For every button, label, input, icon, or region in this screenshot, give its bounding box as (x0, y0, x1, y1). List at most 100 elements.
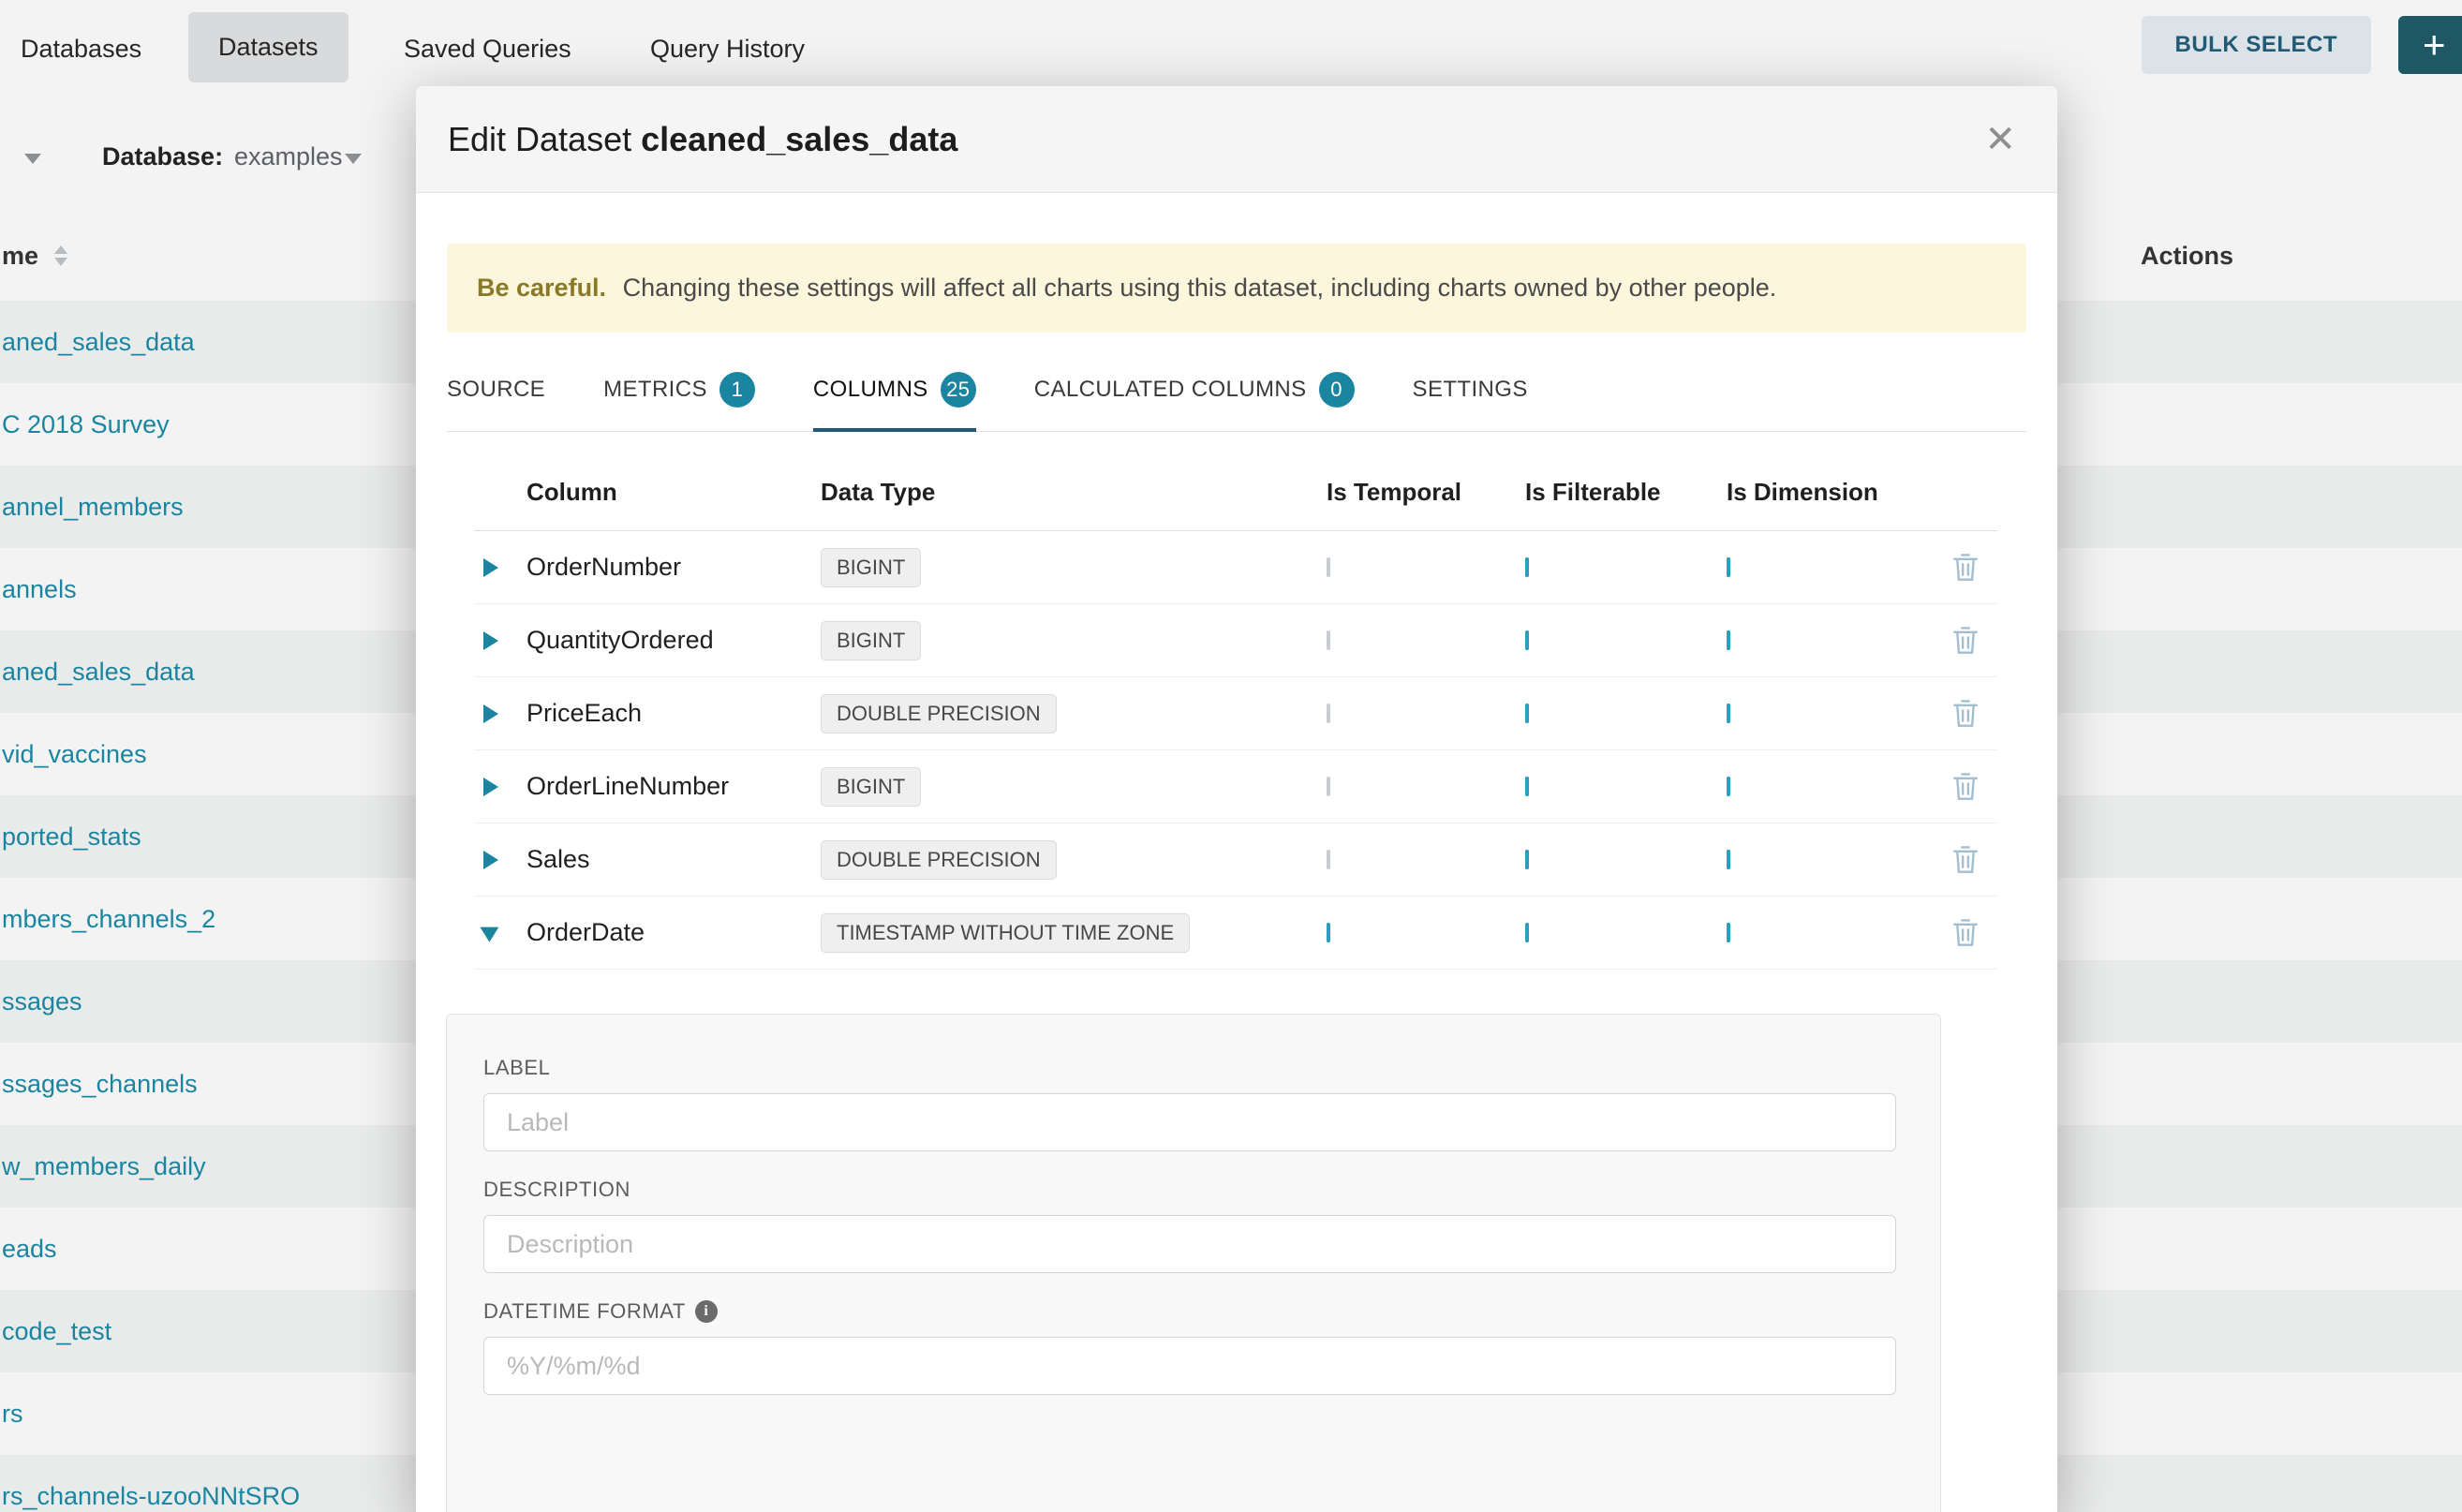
is-filterable-checkbox[interactable] (1525, 630, 1529, 650)
is-filterable-checkbox[interactable] (1525, 850, 1529, 869)
nav-tab-query-history[interactable]: Query History (650, 0, 805, 97)
warning-bold: Be careful. (477, 274, 606, 302)
tab-columns[interactable]: COLUMNS 25 (813, 372, 976, 432)
dataset-link[interactable]: rs (2, 1400, 23, 1429)
is-temporal-header: Is Temporal (1327, 478, 1525, 507)
is-temporal-checkbox[interactable] (1327, 923, 1330, 942)
is-dimension-checkbox[interactable] (1727, 923, 1730, 942)
collapse-caret-icon[interactable] (480, 926, 498, 941)
is-temporal-checkbox[interactable] (1327, 630, 1330, 650)
data-type-header: Data Type (821, 478, 1327, 507)
description-field-label: DESCRIPTION (483, 1178, 1896, 1202)
close-icon[interactable]: ✕ (1975, 115, 2025, 164)
datetime-format-label-text: DATETIME FORMAT (483, 1299, 686, 1324)
data-type-pill: DOUBLE PRECISION (821, 694, 1057, 734)
dataset-link[interactable]: mbers_channels_2 (2, 905, 215, 934)
dataset-link[interactable]: annel_members (2, 493, 184, 522)
is-dimension-checkbox[interactable] (1727, 630, 1730, 650)
tab-label: CALCULATED COLUMNS (1034, 377, 1307, 403)
nav-tab-saved-queries[interactable]: Saved Queries (404, 0, 571, 97)
label-field-label: LABEL (483, 1056, 1896, 1080)
is-filterable-checkbox[interactable] (1525, 704, 1529, 723)
table-row: PriceEach DOUBLE PRECISION (474, 677, 1997, 750)
database-filter-value[interactable]: examples (234, 142, 343, 171)
delete-column-icon[interactable] (1933, 771, 1997, 802)
dataset-link[interactable]: vid_vaccines (2, 740, 147, 769)
dataset-link[interactable]: C 2018 Survey (2, 410, 170, 439)
calculated-columns-count-badge: 0 (1319, 372, 1355, 408)
columns-table: Column Data Type Is Temporal Is Filterab… (474, 432, 1997, 970)
is-dimension-header: Is Dimension (1727, 478, 1933, 507)
delete-column-icon[interactable] (1933, 625, 1997, 656)
label-input[interactable] (483, 1093, 1896, 1151)
top-nav: Databases Datasets Saved Queries Query H… (0, 0, 2462, 97)
dataset-link[interactable]: aned_sales_data (2, 328, 195, 357)
info-icon[interactable]: i (695, 1300, 718, 1323)
dataset-link[interactable]: ssages (2, 987, 82, 1016)
name-column-header[interactable]: me (2, 242, 38, 271)
column-name: QuantityOrdered (527, 626, 821, 655)
expand-caret-icon[interactable] (483, 778, 498, 796)
is-temporal-checkbox[interactable] (1327, 850, 1330, 869)
is-dimension-checkbox[interactable] (1727, 704, 1730, 723)
chevron-down-icon[interactable] (345, 154, 362, 164)
dataset-link[interactable]: annels (2, 575, 77, 604)
is-dimension-checkbox[interactable] (1727, 557, 1730, 577)
column-name: Sales (527, 845, 821, 874)
is-temporal-checkbox[interactable] (1327, 704, 1330, 723)
dataset-link[interactable]: ported_stats (2, 823, 141, 852)
dataset-link[interactable]: w_members_daily (2, 1152, 206, 1181)
add-dataset-button[interactable]: + (2398, 16, 2462, 74)
delete-column-icon[interactable] (1933, 698, 1997, 729)
is-temporal-checkbox[interactable] (1327, 777, 1330, 796)
dataset-link[interactable]: code_test (2, 1317, 111, 1346)
expand-caret-icon[interactable] (483, 558, 498, 577)
datetime-format-field-group: DATETIME FORMAT i (483, 1299, 1896, 1395)
expand-caret-icon[interactable] (483, 851, 498, 869)
is-dimension-checkbox[interactable] (1727, 777, 1730, 796)
datetime-format-field-label: DATETIME FORMAT i (483, 1299, 1896, 1324)
database-filter-label: Database: (102, 142, 223, 171)
column-name: PriceEach (527, 699, 821, 728)
tab-calculated-columns[interactable]: CALCULATED COLUMNS 0 (1034, 372, 1355, 432)
tab-metrics[interactable]: METRICS 1 (603, 372, 755, 432)
dataset-link[interactable]: rs_channels-uzooNNtSRO (2, 1482, 300, 1511)
data-type-pill: TIMESTAMP WITHOUT TIME ZONE (821, 913, 1190, 953)
bulk-select-button[interactable]: BULK SELECT (2142, 16, 2372, 74)
is-filterable-checkbox[interactable] (1525, 923, 1529, 942)
plus-icon: + (2423, 22, 2446, 67)
datetime-format-input[interactable] (483, 1337, 1896, 1395)
table-row: OrderNumber BIGINT (474, 531, 1997, 604)
columns-count-badge: 25 (941, 372, 976, 408)
delete-column-icon[interactable] (1933, 917, 1997, 948)
modal-tabs: SOURCE METRICS 1 COLUMNS 25 CALCULATED C… (447, 372, 2026, 432)
dataset-link[interactable]: eads (2, 1235, 57, 1264)
delete-column-icon[interactable] (1933, 844, 1997, 875)
is-filterable-checkbox[interactable] (1525, 777, 1529, 796)
data-type-pill: BIGINT (821, 621, 921, 660)
nav-tab-databases[interactable]: Databases (21, 0, 141, 97)
nav-tab-label: Datasets (218, 33, 319, 62)
dataset-link[interactable]: ssages_channels (2, 1070, 198, 1099)
is-temporal-checkbox[interactable] (1327, 557, 1330, 577)
dataset-link[interactable]: aned_sales_data (2, 658, 195, 687)
sort-icon[interactable] (54, 245, 67, 266)
nav-tab-label: Saved Queries (404, 35, 571, 64)
expand-caret-icon[interactable] (483, 704, 498, 723)
warning-banner-text: Be careful. Changing these settings will… (477, 274, 1776, 303)
is-dimension-checkbox[interactable] (1727, 850, 1730, 869)
delete-column-icon[interactable] (1933, 552, 1997, 583)
modal-header: Edit Dataset cleaned_sales_data ✕ (416, 86, 2057, 193)
is-filterable-header: Is Filterable (1525, 478, 1727, 507)
is-filterable-checkbox[interactable] (1525, 557, 1529, 577)
data-type-pill: BIGINT (821, 767, 921, 807)
expand-caret-icon[interactable] (483, 631, 498, 650)
chevron-down-icon[interactable] (24, 154, 41, 164)
nav-tab-datasets[interactable]: Datasets (188, 12, 349, 82)
tab-source[interactable]: SOURCE (447, 372, 545, 432)
description-field-group: DESCRIPTION (483, 1178, 1896, 1273)
columns-table-header: Column Data Type Is Temporal Is Filterab… (474, 432, 1997, 531)
description-input[interactable] (483, 1215, 1896, 1273)
tab-settings[interactable]: SETTINGS (1413, 372, 1528, 432)
data-type-pill: DOUBLE PRECISION (821, 840, 1057, 880)
